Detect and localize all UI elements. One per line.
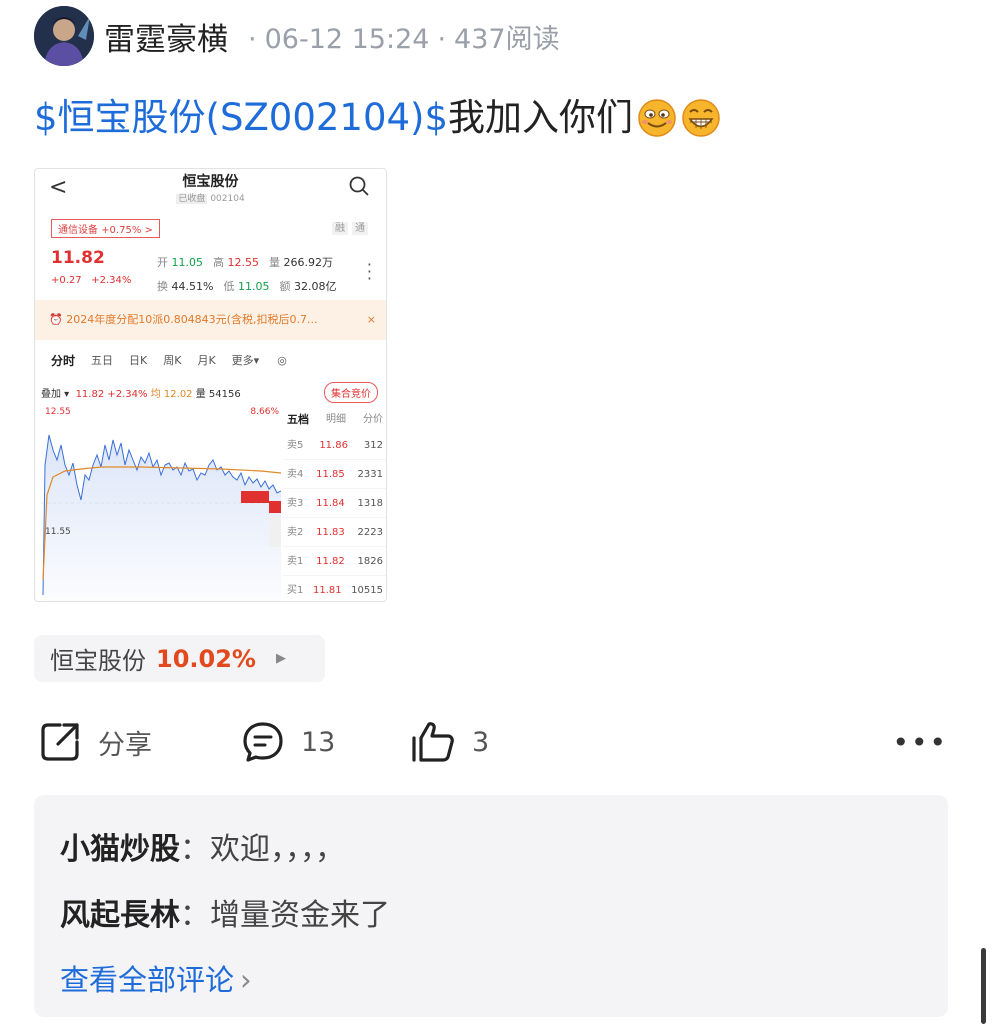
grin-emoji-icon [638, 99, 676, 137]
stock-chip[interactable]: 恒宝股份 10.02% ▶ [34, 635, 325, 682]
chevron-right-icon: › [240, 963, 252, 997]
chart-low-label: 11.55 [45, 527, 71, 537]
chart-high-label: 12.55 [45, 407, 71, 417]
comment-button[interactable]: 13 [241, 717, 335, 767]
order-book-row: 卖4 11.85 2331 [283, 460, 386, 489]
comments-preview: 小猫炒股：欢迎，，，， 风起長林：增量资金来了 查看全部评论 › [34, 795, 948, 1017]
tab-week-k: 周K [163, 354, 182, 367]
more-options-button[interactable]: ••• [892, 717, 948, 767]
share-button[interactable]: 分享 [38, 717, 152, 767]
laugh-emoji-icon [682, 99, 720, 137]
search-icon [349, 176, 369, 196]
intraday-chart-graphic [41, 434, 282, 601]
dividend-notice: ⏰ 2024年度分配10派0.804843元(含税,扣税后0.7... × [35, 300, 386, 340]
comment-text: 增量资金来了 [210, 898, 390, 933]
bell-icon: ⏰ [49, 313, 63, 326]
price-change: +0.27 +2.34% [51, 275, 132, 286]
view-all-comments-link[interactable]: 查看全部评论 › [60, 949, 948, 1011]
settings-icon: ◎ [277, 353, 287, 367]
tab-month-k: 月K [197, 354, 216, 367]
close-icon: × [366, 313, 376, 326]
stock-chip-name: 恒宝股份 [50, 647, 146, 675]
thumbs-up-icon [412, 722, 454, 762]
comment-user[interactable]: 风起長林 [60, 898, 180, 933]
share-icon [41, 723, 79, 761]
post-date: 06-12 15:24 [264, 23, 430, 55]
quote-grid: 开 11.05 高 12.55 量 266.92万 换 44.51% 低 11.05 额… [157, 256, 337, 293]
post-text: 我加入你们 [448, 96, 634, 139]
stock-screenshot-image[interactable]: < 恒宝股份 已收盘 002104 通信设备 +0.75% > 融通 11.82 … [34, 168, 387, 602]
tab-day-k: 日K [129, 354, 148, 367]
comment-item: 风起長林：增量资金来了 [60, 898, 390, 933]
chart-pct-label: 8.66% [250, 407, 279, 417]
tab-more: 更多▾ [231, 354, 260, 367]
order-book-row: 卖3 11.84 1318 [283, 489, 386, 518]
screenshot-stock-code: 已收盘 002104 [176, 194, 245, 204]
margin-tags: 融通 [328, 219, 368, 235]
share-label: 分享 [98, 729, 152, 761]
order-book-row: 买1 11.81 10515 [283, 576, 386, 601]
play-arrow-icon: ▶ [275, 651, 286, 666]
comment-user[interactable]: 小猫炒股 [60, 832, 180, 867]
order-book-tabs: 五档 明细 分价 [287, 413, 383, 426]
post-content: $恒宝股份(SZ002104)$ 我加入你们 [34, 92, 721, 144]
comment-icon [243, 722, 283, 762]
tab-intraday: 分时 [51, 353, 76, 368]
comment-text: 欢迎，，，， [210, 832, 345, 867]
comment-item: 小猫炒股：欢迎，，，， [60, 832, 345, 867]
like-button[interactable]: 3 [410, 717, 489, 767]
period-tabs: 分时 五日 日K 周K 月K 更多▾ ◎ [35, 347, 386, 373]
screenshot-stock-name: 恒宝股份 [182, 174, 239, 190]
stock-chip-change: 10.02% [156, 644, 256, 673]
tab-five-day: 五日 [91, 354, 114, 367]
stock-link[interactable]: $恒宝股份(SZ002104)$ [34, 92, 448, 144]
read-count: 437阅读 [454, 23, 560, 55]
screenshot-topbar: < 恒宝股份 已收盘 002104 [35, 169, 386, 211]
current-price: 11.82 [51, 248, 105, 268]
like-count: 3 [472, 726, 490, 758]
order-book-row: 卖2 11.83 2223 [283, 518, 386, 547]
scrollbar[interactable] [981, 948, 986, 1024]
action-bar: 分享 13 3 ••• [38, 717, 948, 767]
order-book: 五档 明细 分价 卖5 11.86 312 卖4 11.85 2331 卖3 11.84 1… [283, 409, 386, 601]
intraday-chart: 12.55 8.66% 11.55 [41, 405, 282, 601]
author-name[interactable]: 雷霆豪横 [104, 14, 228, 59]
comment-count: 13 [301, 726, 336, 758]
author-avatar[interactable] [34, 6, 94, 66]
post-meta: · 06-12 15:24 · 437阅读 [248, 23, 560, 55]
intraday-overlay-bar: 叠加 ▾ 11.82 +2.34% 均 12.02 量 54156 [41, 389, 241, 400]
sector-tag: 通信设备 +0.75% > [51, 219, 160, 238]
order-book-row: 卖5 11.86 312 [283, 431, 386, 460]
more-vertical-icon: · · · [366, 255, 372, 288]
auction-button: 集合竞价 [324, 382, 378, 403]
order-book-row: 卖1 11.82 1826 [283, 547, 386, 576]
post-header: 雷霆豪横 · 06-12 15:24 · 437阅读 [34, 6, 560, 66]
